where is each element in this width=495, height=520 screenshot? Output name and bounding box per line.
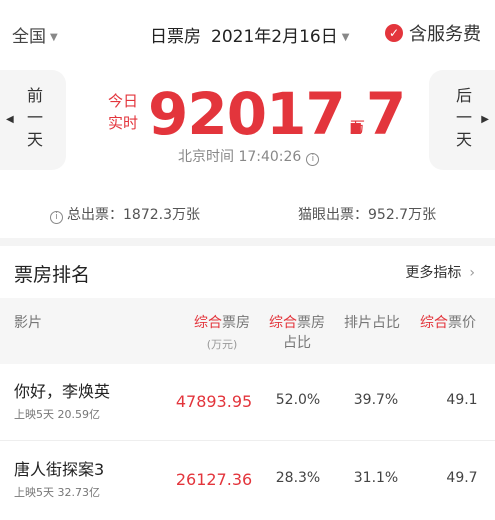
- column-box-office[interactable]: 综合票房 (万元): [180, 312, 264, 352]
- region-selector[interactable]: 全国 ▼: [12, 22, 58, 47]
- share-cell: 28.3%: [275, 470, 321, 486]
- beijing-time-text: 北京时间 17:40:26: [178, 149, 302, 165]
- column-box-office-unit: (万元): [206, 338, 238, 351]
- ranking-title: 票房排名: [14, 264, 91, 286]
- total-tickets: i 总出票：1872.3万张: [50, 204, 200, 224]
- more-metrics-button[interactable]: 更多指标 ›: [405, 262, 475, 282]
- column-price-red: 综合: [420, 315, 448, 331]
- column-box-office-red: 综合: [194, 315, 222, 331]
- today-box-office-panel: ◀ 前一天 今日 实时 92017.7 万 北京时间 17:40:26 i 后一天…: [0, 66, 495, 238]
- table-row[interactable]: 唐人街探案3 上映5天 32.73亿 26127.36 28.3% 31.1% …: [0, 442, 495, 516]
- top-bar: 全国 ▼ 日票房 2021年2月16日 ▼ ✓ 含服务费: [0, 0, 495, 66]
- today-realtime-label: 今日 实时: [108, 90, 142, 134]
- column-price[interactable]: 综合票价: [414, 312, 482, 332]
- film-title: 你好，李焕英: [14, 382, 111, 401]
- box-office-unit: 万: [350, 118, 366, 136]
- column-box-office-rest: 票房: [222, 315, 250, 331]
- region-label: 全国: [12, 27, 46, 47]
- column-share[interactable]: 综合票房 占比: [262, 312, 332, 352]
- column-share-red: 综合: [269, 315, 297, 331]
- screening-cell: 31.1%: [353, 470, 399, 486]
- beijing-time: 北京时间 17:40:26 i: [178, 146, 320, 166]
- box-office-ranking: 票房排名 更多指标 › 影片 综合票房 (万元) 综合票房 占比 排片占比 综合票…: [0, 246, 495, 520]
- total-tickets-text: 总出票：1872.3万张: [67, 207, 200, 223]
- column-screening[interactable]: 排片占比: [336, 312, 408, 332]
- maoyan-tickets: 猫眼出票：952.7万张: [298, 207, 437, 223]
- film-release-info: 上映5天 32.73亿: [14, 486, 100, 499]
- service-fee-toggle[interactable]: ✓ 含服务费: [385, 20, 481, 46]
- today-label: 今日: [108, 92, 139, 110]
- box-office-cell: 47893.95: [175, 392, 253, 411]
- caret-down-icon: ▼: [341, 31, 350, 43]
- info-icon[interactable]: i: [50, 211, 63, 224]
- mode-label: 日票房: [150, 27, 201, 47]
- left-arrow-icon: ◀: [6, 114, 14, 125]
- column-film: 影片: [14, 315, 42, 331]
- chevron-right-icon: ›: [469, 265, 475, 281]
- price-cell: 49.1: [446, 392, 478, 408]
- table-row[interactable]: 你好，李焕英 上映5天 20.59亿 47893.95 52.0% 39.7% …: [0, 364, 495, 438]
- share-cell: 52.0%: [275, 392, 321, 408]
- right-arrow-icon: ▶: [481, 114, 489, 125]
- realtime-label: 实时: [108, 114, 139, 132]
- service-fee-label: 含服务费: [409, 24, 481, 45]
- date-selector[interactable]: 日票房 2021年2月16日 ▼: [150, 22, 349, 47]
- column-share-rest: 票房: [297, 315, 325, 331]
- row-divider: [0, 440, 495, 441]
- column-price-rest: 票价: [448, 315, 476, 331]
- next-day-label: 后一天: [453, 87, 472, 153]
- more-metrics-label: 更多指标: [405, 265, 462, 281]
- table-header: 影片 综合票房 (万元) 综合票房 占比 排片占比 综合票价: [0, 298, 495, 364]
- info-icon[interactable]: i: [306, 153, 320, 166]
- check-icon: ✓: [385, 24, 403, 42]
- caret-down-icon: ▼: [50, 31, 58, 43]
- date-label: 2021年2月16日: [211, 27, 338, 47]
- box-office-cell: 26127.36: [175, 470, 253, 489]
- film-release-info: 上映5天 20.59亿: [14, 408, 100, 421]
- next-day-button[interactable]: 后一天 ▶: [429, 70, 495, 170]
- prev-day-label: 前一天: [24, 87, 43, 153]
- prev-day-button[interactable]: ◀ 前一天: [0, 70, 66, 170]
- screening-cell: 39.7%: [353, 392, 399, 408]
- film-title: 唐人街探案3: [14, 460, 105, 479]
- box-office-total: 92017.7: [148, 80, 406, 148]
- column-share-line2: 占比: [283, 335, 311, 351]
- price-cell: 49.7: [446, 470, 478, 486]
